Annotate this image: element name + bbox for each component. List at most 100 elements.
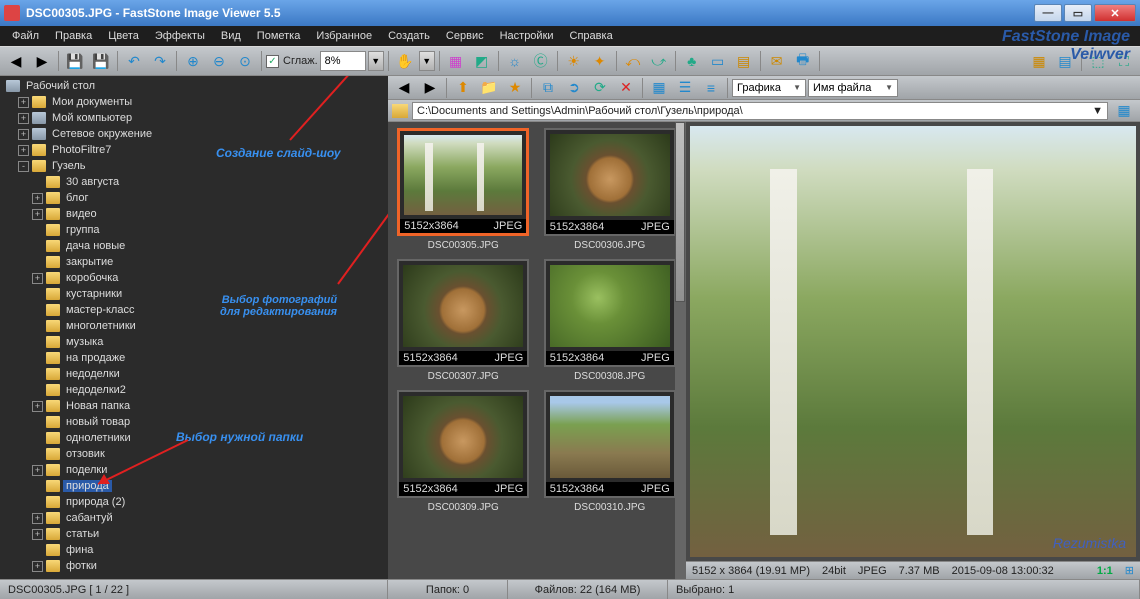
- hand-dropdown[interactable]: ▼: [419, 51, 435, 71]
- tree-row[interactable]: +Мой компьютер: [4, 110, 384, 126]
- tree-row[interactable]: +Мои документы: [4, 94, 384, 110]
- nav-fwd-button[interactable]: ▶: [30, 49, 54, 73]
- expand-icon[interactable]: -: [18, 161, 29, 172]
- expand-icon[interactable]: +: [32, 273, 43, 284]
- tree-row[interactable]: +поделки: [4, 462, 384, 478]
- screen-button[interactable]: ▭: [706, 49, 730, 73]
- tree-row[interactable]: однолетники: [4, 430, 384, 446]
- tree-row[interactable]: отзовик: [4, 446, 384, 462]
- expand-icon[interactable]: +: [32, 465, 43, 476]
- tool-3[interactable]: ☀: [562, 49, 586, 73]
- tree-row[interactable]: на продаже: [4, 350, 384, 366]
- tree-row[interactable]: +коробочка: [4, 270, 384, 286]
- tree-root-row[interactable]: Рабочий стол: [4, 78, 384, 94]
- thumbnail[interactable]: 5152x3864JPEGDSC00310.JPG: [541, 390, 680, 513]
- thumb-scrollbar[interactable]: [675, 122, 685, 579]
- tree-row[interactable]: +статьи: [4, 526, 384, 542]
- tree-icon[interactable]: ♣: [680, 49, 704, 73]
- hand-tool-button[interactable]: ✋: [393, 49, 417, 73]
- fav-button[interactable]: ★: [503, 76, 527, 100]
- preview-image[interactable]: Rezumistka: [690, 126, 1136, 557]
- mail-button[interactable]: ✉: [765, 49, 789, 73]
- copy-button[interactable]: ⧉: [536, 76, 560, 100]
- view-list-button[interactable]: ☰: [673, 76, 697, 100]
- tree-row[interactable]: природа (2): [4, 494, 384, 510]
- tree-row[interactable]: +Сетевое окружение: [4, 126, 384, 142]
- tree-row[interactable]: -Гузель: [4, 158, 384, 174]
- menu-edit[interactable]: Правка: [49, 28, 98, 44]
- zoom-fit-button[interactable]: ⊙: [233, 49, 257, 73]
- zoom-out-button[interactable]: ⊖: [207, 49, 231, 73]
- tree-row[interactable]: новый товар: [4, 414, 384, 430]
- thumbnail[interactable]: 5152x3864JPEGDSC00309.JPG: [394, 390, 533, 513]
- tree-row[interactable]: музыка: [4, 334, 384, 350]
- menu-view[interactable]: Вид: [215, 28, 247, 44]
- tree-row[interactable]: кустарники: [4, 286, 384, 302]
- path-input[interactable]: C:\Documents and Settings\Admin\Рабочий …: [412, 102, 1108, 120]
- maximize-button[interactable]: ▭: [1064, 4, 1092, 22]
- thumbnail[interactable]: 5152x3864JPEGDSC00307.JPG: [394, 259, 533, 382]
- tool-1[interactable]: ☼: [503, 49, 527, 73]
- expand-icon[interactable]: +: [18, 129, 29, 140]
- tool-4[interactable]: ✦: [588, 49, 612, 73]
- menu-favorites[interactable]: Избранное: [310, 28, 378, 44]
- tree-row[interactable]: +видео: [4, 206, 384, 222]
- tree-row[interactable]: закрытие: [4, 254, 384, 270]
- menu-colors[interactable]: Цвета: [102, 28, 145, 44]
- zoom-value[interactable]: 8%: [320, 51, 366, 71]
- view-thumbs-button[interactable]: ▦: [647, 76, 671, 100]
- tree-row[interactable]: недоделки: [4, 366, 384, 382]
- thumbnail[interactable]: 5152x3864JPEGDSC00308.JPG: [541, 259, 680, 382]
- expand-icon[interactable]: +: [32, 561, 43, 572]
- expand-icon[interactable]: +: [18, 113, 29, 124]
- refresh-button[interactable]: ⟳: [588, 76, 612, 100]
- minimize-button[interactable]: —: [1034, 4, 1062, 22]
- rotate-left-button[interactable]: ↶: [122, 49, 146, 73]
- tree-row[interactable]: +сабантуй: [4, 510, 384, 526]
- nav-back-button[interactable]: ◀: [4, 49, 28, 73]
- tree-row[interactable]: природа: [4, 478, 384, 494]
- tree-row[interactable]: +PhotoFiltre7: [4, 142, 384, 158]
- tree-row[interactable]: дача новые: [4, 238, 384, 254]
- zoom-dropdown[interactable]: ▼: [368, 51, 384, 71]
- new-folder-button[interactable]: 📁: [477, 76, 501, 100]
- undo-button[interactable]: ⤺: [621, 49, 645, 73]
- menu-tools[interactable]: Сервис: [440, 28, 490, 44]
- preview-expand-icon[interactable]: ⊞: [1125, 564, 1134, 577]
- close-button[interactable]: ✕: [1094, 4, 1136, 22]
- expand-icon[interactable]: +: [32, 193, 43, 204]
- batch-button[interactable]: ▤: [732, 49, 756, 73]
- thumbnail[interactable]: 5152x3864JPEGDSC00306.JPG: [541, 128, 680, 251]
- save-button[interactable]: 💾: [63, 49, 87, 73]
- expand-icon[interactable]: +: [32, 529, 43, 540]
- menu-help[interactable]: Справка: [564, 28, 619, 44]
- compare-button[interactable]: ◩: [470, 49, 494, 73]
- smooth-checkbox[interactable]: ✓ Сглаж.: [266, 55, 318, 68]
- layout-1-button[interactable]: ▦: [1027, 49, 1051, 73]
- menu-file[interactable]: Файл: [6, 28, 45, 44]
- tree-row[interactable]: 30 августа: [4, 174, 384, 190]
- rotate-right-button[interactable]: ↷: [148, 49, 172, 73]
- tree-row[interactable]: группа: [4, 222, 384, 238]
- menu-effects[interactable]: Эффекты: [149, 28, 211, 44]
- nav-fwd-2[interactable]: ▶: [418, 76, 442, 100]
- view-details-button[interactable]: ≡: [699, 76, 723, 100]
- menu-settings[interactable]: Настройки: [494, 28, 560, 44]
- tree-row[interactable]: +блог: [4, 190, 384, 206]
- menu-create[interactable]: Создать: [382, 28, 436, 44]
- move-button[interactable]: ➲: [562, 76, 586, 100]
- tree-row[interactable]: многолетники: [4, 318, 384, 334]
- delete-button[interactable]: ✕: [614, 76, 638, 100]
- save-as-button[interactable]: 💾: [89, 49, 113, 73]
- nav-back-2[interactable]: ◀: [392, 76, 416, 100]
- go-button[interactable]: ▦: [1112, 99, 1136, 123]
- expand-icon[interactable]: +: [18, 97, 29, 108]
- expand-icon[interactable]: +: [18, 145, 29, 156]
- tree-row[interactable]: недоделки2: [4, 382, 384, 398]
- filter-combo[interactable]: Графика▼: [732, 79, 806, 97]
- expand-icon[interactable]: +: [32, 209, 43, 220]
- tree-row[interactable]: +фотки: [4, 558, 384, 574]
- zoom-in-button[interactable]: ⊕: [181, 49, 205, 73]
- slideshow-button[interactable]: ▦: [444, 49, 468, 73]
- sort-combo[interactable]: Имя файла▼: [808, 79, 898, 97]
